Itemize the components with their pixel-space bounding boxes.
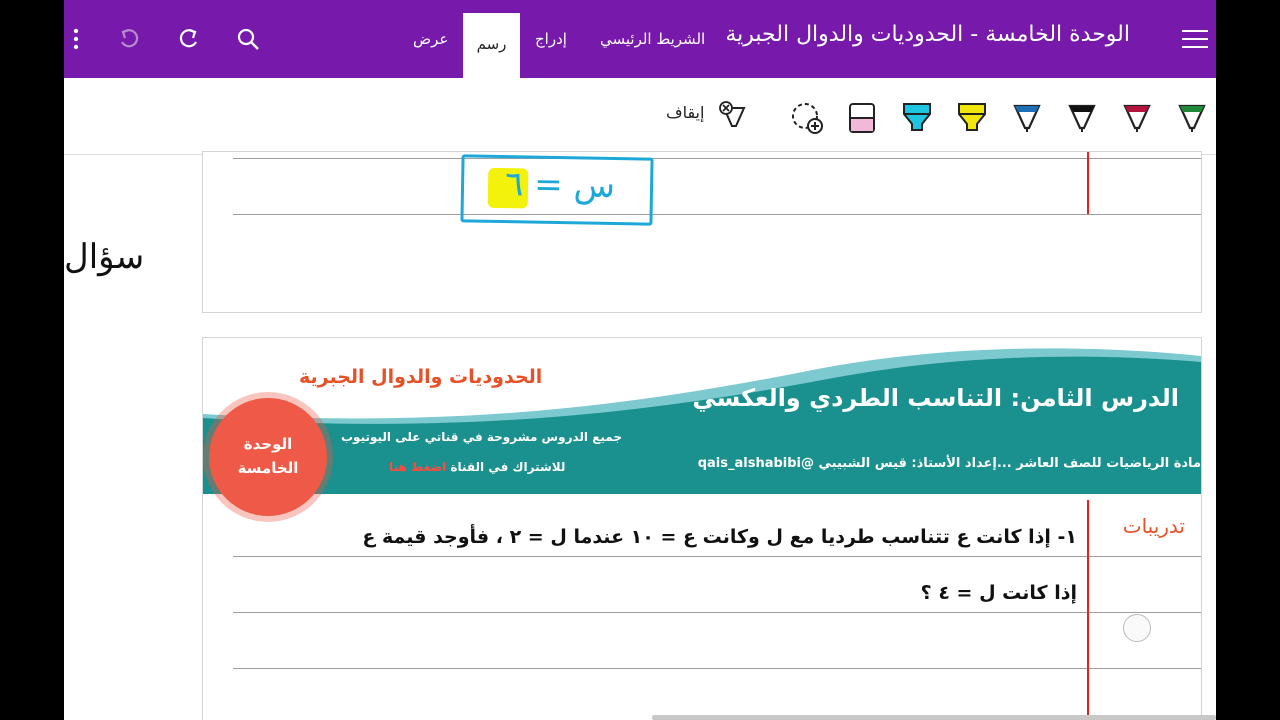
banner-author-line: مادة الرياضيات للصف العاشر ...إعداد الأس… [697,456,1201,471]
pen-black-icon[interactable] [1062,98,1102,138]
lesson-title: الدرس الثامن: التناسب الطردي والعكسي [692,384,1179,412]
margin-line [1087,500,1089,720]
banner-subscribe-line: للاشتراك في القناة اضغط هنا [389,460,565,474]
page-canvas[interactable]: سؤال س = ٦ الحدوديات والدوال الجبرية الد… [64,151,1216,720]
unit-badge: الوحدة الخامسة [209,398,327,516]
tab-view[interactable]: عرض [413,30,448,48]
title-bar: الوحدة الخامسة - الحدوديات والدوال الجبر… [64,0,1216,78]
tab-draw[interactable]: رسم [463,13,520,78]
banner-youtube-note: جميع الدروس مشروحة في قناتي على اليوتيوب [341,430,622,444]
more-options-icon[interactable] [64,24,91,54]
hamburger-menu-icon[interactable] [1180,24,1210,54]
lesson-card: الحدوديات والدوال الجبرية الدرس الثامن: … [202,337,1202,720]
lasso-add-icon[interactable] [787,98,827,138]
rule-line [233,158,1201,159]
question-line-2: إذا كانت ل = ٤ ؟ [920,582,1077,604]
subscribe-text: للاشتراك في القناة [450,460,566,474]
pen-blue-icon[interactable] [1007,98,1047,138]
tab-home[interactable]: الشريط الرئيسي [600,30,705,48]
redo-icon[interactable] [174,24,204,54]
banner-topic: الحدوديات والدوال الجبرية [299,366,543,388]
undo-icon[interactable] [114,24,144,54]
tab-insert[interactable]: إدراج [535,30,567,48]
badge-line-1: الوحدة [243,435,293,453]
rule-line [233,214,1201,215]
onenote-app: الوحدة الخامسة - الحدوديات والدوال الجبر… [64,0,1216,720]
rule-line [233,556,1201,557]
rule-line [233,668,1201,669]
previous-card: س = ٦ [202,151,1202,313]
pen-green-icon[interactable] [1172,98,1212,138]
badge-line-2: الخامسة [237,459,299,477]
handwritten-equation: س = ٦ [504,164,616,207]
pen-red-icon[interactable] [1117,98,1157,138]
highlighter-pink-icon[interactable] [842,98,882,138]
lesson-banner: الحدوديات والدوال الجبرية الدرس الثامن: … [203,338,1201,498]
highlighter-cyan-icon[interactable] [897,98,937,138]
banner-wave-shape [203,348,1201,498]
margin-line [1087,152,1089,214]
drills-label: تدريبات [1122,514,1185,538]
cursor-circle-icon [1123,614,1151,642]
handwritten-answer-box: س = ٦ [460,154,654,226]
subscribe-link[interactable]: اضغط هنا [389,460,446,474]
draw-ribbon: إيقاف [64,78,1216,155]
stop-label[interactable]: إيقاف [666,103,704,122]
horizontal-scrollbar[interactable] [652,715,1216,720]
stop-ink-icon[interactable] [714,98,754,138]
document-title: الوحدة الخامسة - الحدوديات والدوال الجبر… [725,22,1130,47]
question-line-1: ١- إذا كانت ع تتناسب طرديا مع ل وكانت ع … [362,526,1077,548]
search-icon[interactable] [233,24,263,54]
rule-line [233,612,1201,613]
highlighter-yellow-icon[interactable] [952,98,992,138]
handwriting-question-word: سؤال [64,237,145,277]
